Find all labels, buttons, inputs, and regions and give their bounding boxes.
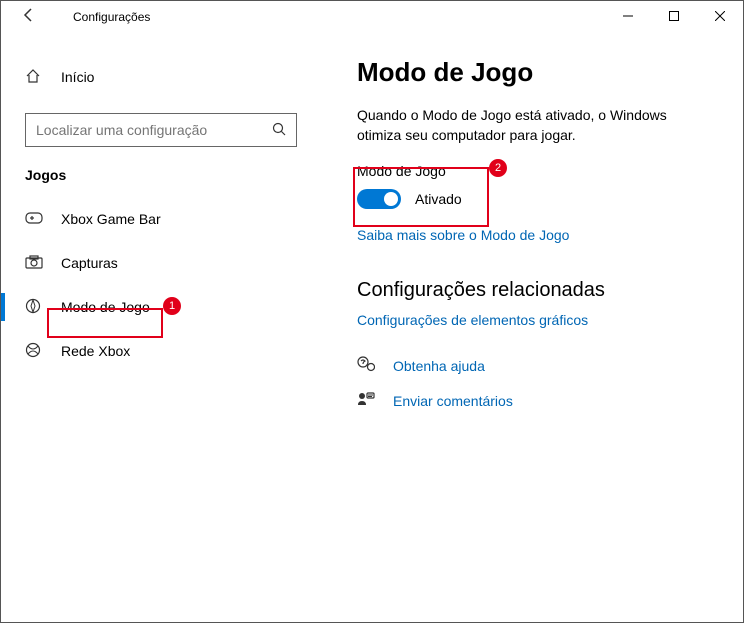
page-title: Modo de Jogo xyxy=(357,57,711,88)
section-label: Jogos xyxy=(1,167,321,183)
toggle-block: Modo de Jogo Ativado xyxy=(357,163,711,209)
gamemode-icon xyxy=(25,298,49,317)
search-input[interactable] xyxy=(25,113,297,147)
captures-icon xyxy=(25,255,49,272)
home-label: Início xyxy=(61,69,94,85)
help-icon xyxy=(357,356,381,375)
nav-label: Capturas xyxy=(61,255,118,271)
toggle-knob xyxy=(384,192,398,206)
nav-list: Xbox Game Bar Capturas Modo de Jogo Rede… xyxy=(1,197,321,373)
main-panel: Modo de Jogo Quando o Modo de Jogo está … xyxy=(321,33,743,622)
maximize-button[interactable] xyxy=(651,1,697,31)
feedback-label: Enviar comentários xyxy=(393,393,513,409)
learn-more-link[interactable]: Saiba mais sobre o Modo de Jogo xyxy=(357,227,569,243)
nav-item-gamemode[interactable]: Modo de Jogo xyxy=(1,285,321,329)
help-link[interactable]: Obtenha ajuda xyxy=(357,356,711,375)
back-icon[interactable] xyxy=(17,7,41,28)
close-button[interactable] xyxy=(697,1,743,31)
nav-label: Rede Xbox xyxy=(61,343,130,359)
description: Quando o Modo de Jogo está ativado, o Wi… xyxy=(357,106,711,145)
nav-item-gamebar[interactable]: Xbox Game Bar xyxy=(1,197,321,241)
toggle-state: Ativado xyxy=(415,191,462,207)
search-icon xyxy=(272,122,286,139)
xboxnet-icon xyxy=(25,342,49,361)
nav-label: Modo de Jogo xyxy=(61,299,150,315)
help-label: Obtenha ajuda xyxy=(393,358,485,374)
sidebar: Início Jogos Xbox Game Bar Ca xyxy=(1,33,321,622)
home-link[interactable]: Início xyxy=(1,57,321,97)
toggle-title: Modo de Jogo xyxy=(357,163,711,179)
related-link[interactable]: Configurações de elementos gráficos xyxy=(357,312,588,328)
gamemode-toggle[interactable] xyxy=(357,189,401,209)
window-controls xyxy=(605,1,743,31)
nav-label: Xbox Game Bar xyxy=(61,211,161,227)
home-icon xyxy=(25,68,49,87)
nav-item-xboxnet[interactable]: Rede Xbox xyxy=(1,329,321,373)
feedback-icon xyxy=(357,391,381,410)
nav-item-captures[interactable]: Capturas xyxy=(1,241,321,285)
related-heading: Configurações relacionadas xyxy=(357,279,711,302)
minimize-button[interactable] xyxy=(605,1,651,31)
feedback-link[interactable]: Enviar comentários xyxy=(357,391,711,410)
window-title: Configurações xyxy=(73,10,150,24)
search-field[interactable] xyxy=(36,122,272,138)
gamebar-icon xyxy=(25,211,49,228)
